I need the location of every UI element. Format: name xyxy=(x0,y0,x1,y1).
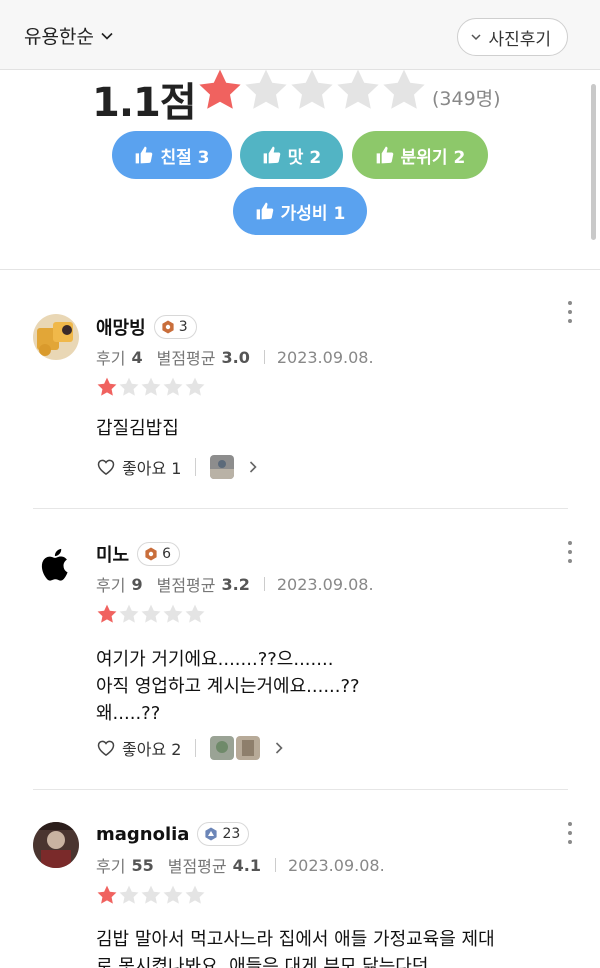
star-empty-icon xyxy=(140,376,162,398)
dessert-photo-icon xyxy=(33,314,79,360)
reviews-label: 후기 xyxy=(96,349,126,368)
more-options-icon[interactable] xyxy=(566,301,574,323)
review-text: 김밥 말아서 먹고사느라 집에서 애들 가정교육을 제대 로 못시켰나봐요. 애… xyxy=(96,929,495,968)
reviewer-name[interactable]: 애망빙 xyxy=(96,314,146,340)
avatar[interactable] xyxy=(33,314,79,360)
star-empty-icon xyxy=(288,66,336,114)
thumbs-up-icon xyxy=(255,201,275,221)
star-empty-icon xyxy=(118,603,140,625)
review-date: 2023.09.08. xyxy=(276,347,374,367)
like-button[interactable]: 좋아요 2 xyxy=(96,736,181,760)
avatar[interactable] xyxy=(33,822,79,868)
level-badge: 6 xyxy=(137,542,181,566)
star-filled-icon xyxy=(96,376,118,398)
star-empty-icon xyxy=(380,66,428,114)
reviewer-name[interactable]: magnolia xyxy=(96,824,189,845)
tag-kindness[interactable]: 친절 3 xyxy=(112,131,232,179)
star-empty-icon xyxy=(162,376,184,398)
orange-hexagon-icon xyxy=(145,547,157,561)
tag-label: 가성비 1 xyxy=(280,203,346,224)
review-photo-thumbnail[interactable] xyxy=(210,736,235,760)
star-empty-icon xyxy=(242,66,290,114)
average-rating-stars xyxy=(196,66,426,114)
star-empty-icon xyxy=(162,884,184,906)
more-options-icon[interactable] xyxy=(566,822,574,844)
badge-level: 6 xyxy=(162,546,172,562)
tag-taste[interactable]: 맛 2 xyxy=(240,131,343,179)
star-empty-icon xyxy=(118,884,140,906)
avg-label: 별점평균 xyxy=(156,349,216,368)
divider xyxy=(33,508,568,509)
badge-level: 3 xyxy=(178,319,188,335)
blue-triangle-icon xyxy=(205,827,218,841)
review-count: (349명) xyxy=(432,88,501,110)
thumbs-up-icon xyxy=(375,145,395,165)
like-label: 좋아요 1 xyxy=(122,459,182,478)
reviews-count: 9 xyxy=(131,574,143,594)
star-empty-icon xyxy=(184,884,206,906)
star-empty-icon xyxy=(184,376,206,398)
more-options-icon[interactable] xyxy=(566,541,574,563)
star-filled-icon xyxy=(196,66,244,114)
review-stars xyxy=(96,603,206,625)
avg-value: 3.0 xyxy=(221,347,250,367)
avg-label: 별점평균 xyxy=(167,857,227,876)
reviewer-name[interactable]: 미노 xyxy=(96,541,129,567)
level-badge: 3 xyxy=(153,315,197,339)
tag-atmosphere[interactable]: 분위기 2 xyxy=(352,131,488,179)
heart-icon xyxy=(96,738,116,758)
avg-label: 별점평균 xyxy=(156,576,216,595)
thumbs-up-icon xyxy=(262,145,282,165)
tag-label: 친절 3 xyxy=(160,147,210,168)
chevron-down-icon xyxy=(471,34,481,41)
star-empty-icon xyxy=(118,376,140,398)
review-date: 2023.09.08. xyxy=(287,855,385,875)
star-filled-icon xyxy=(96,603,118,625)
reviews-label: 후기 xyxy=(96,576,126,595)
level-badge: 23 xyxy=(197,822,250,846)
chevron-right-icon[interactable] xyxy=(246,460,260,474)
reviews-count: 4 xyxy=(131,347,143,367)
review-text: 여기가 거기에요.......??으....... 아직 영업하고 계시는거에요… xyxy=(96,649,360,724)
like-label: 좋아요 2 xyxy=(122,740,182,759)
apple-logo-icon xyxy=(41,548,68,581)
heart-icon xyxy=(96,457,116,477)
sort-dropdown[interactable]: 유용한순 xyxy=(24,22,114,49)
top-bar: 유용한순 사진후기 xyxy=(0,0,600,70)
star-filled-icon xyxy=(96,884,118,906)
review-stars xyxy=(96,376,206,398)
review-date: 2023.09.08. xyxy=(276,574,374,594)
chevron-down-icon xyxy=(101,32,113,40)
thumbs-up-icon xyxy=(134,145,154,165)
review-photo-thumbnail[interactable] xyxy=(210,455,235,479)
orange-hexagon-icon xyxy=(162,320,174,334)
tag-label: 맛 2 xyxy=(287,147,322,168)
chevron-right-icon[interactable] xyxy=(272,741,286,755)
star-empty-icon xyxy=(140,603,162,625)
photo-review-button[interactable]: 사진후기 xyxy=(457,18,568,56)
reviews-count: 55 xyxy=(131,855,154,875)
star-empty-icon xyxy=(162,603,184,625)
profile-photo-icon xyxy=(33,822,79,868)
reviews-label: 후기 xyxy=(96,857,126,876)
tag-label: 분위기 2 xyxy=(400,147,466,168)
badge-level: 23 xyxy=(222,826,241,842)
review-photo-thumbnail[interactable] xyxy=(236,736,261,760)
star-empty-icon xyxy=(140,884,162,906)
scrollbar[interactable] xyxy=(591,84,596,240)
sort-label: 유용한순 xyxy=(24,26,94,48)
divider xyxy=(33,789,568,790)
avatar[interactable] xyxy=(33,541,79,587)
like-button[interactable]: 좋아요 1 xyxy=(96,455,181,479)
avg-value: 3.2 xyxy=(221,574,250,594)
star-empty-icon xyxy=(334,66,382,114)
star-empty-icon xyxy=(184,603,206,625)
avg-value: 4.1 xyxy=(232,855,261,875)
review-text: 갑질김밥집 xyxy=(96,418,179,439)
average-score: 1.1점 xyxy=(92,80,197,126)
tag-value[interactable]: 가성비 1 xyxy=(233,187,367,235)
photo-review-label: 사진후기 xyxy=(488,29,551,50)
review-stars xyxy=(96,884,206,906)
